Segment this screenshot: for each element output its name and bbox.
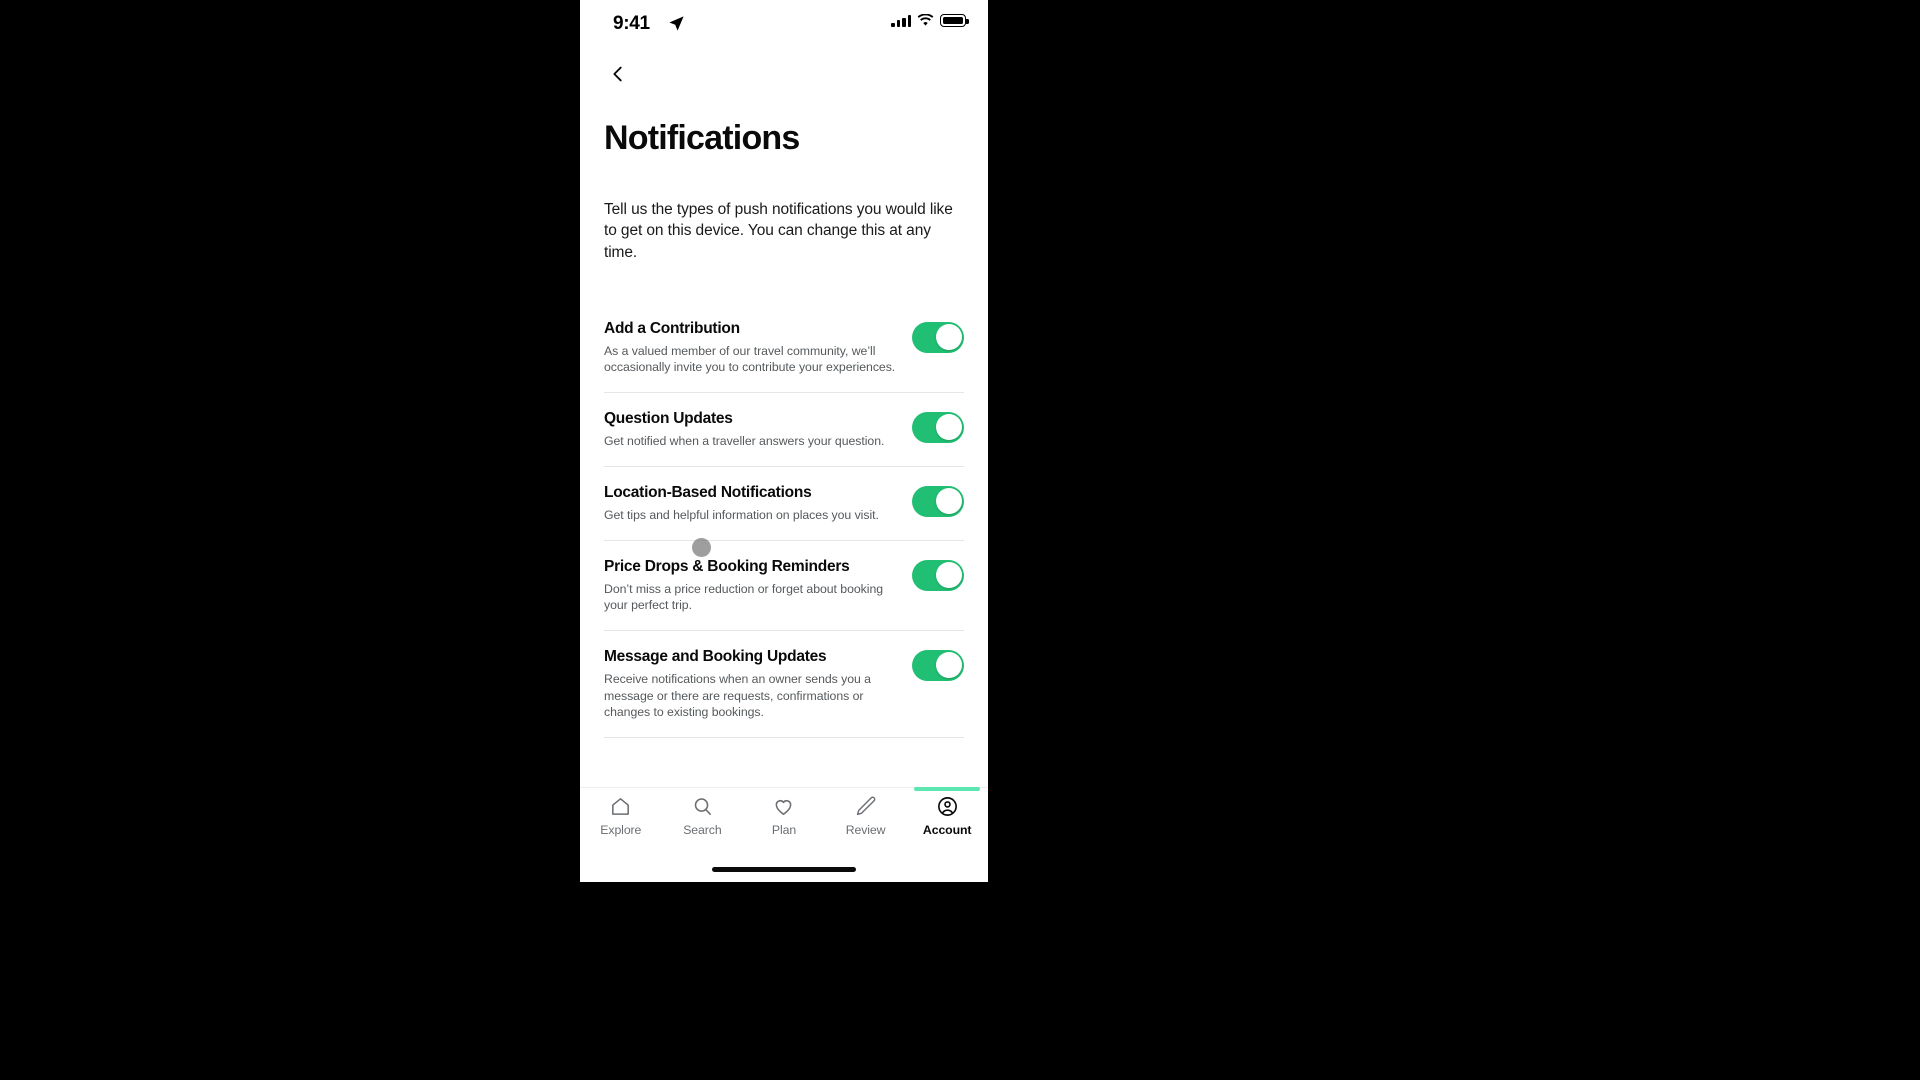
tab-explore[interactable]: Explore xyxy=(580,794,662,850)
setting-description: Get tips and helpful information on plac… xyxy=(604,508,879,523)
setting-description: As a valued member of our travel communi… xyxy=(604,344,896,375)
setting-row: Add a Contribution As a valued member of… xyxy=(604,303,964,393)
setting-toggle[interactable] xyxy=(912,411,964,443)
tab-label: Plan xyxy=(771,823,797,837)
setting-description: Receive notifications when an owner send… xyxy=(604,672,871,720)
setting-text: Message and Booking Updates Receive noti… xyxy=(604,647,898,721)
toggle-knob xyxy=(935,488,962,515)
setting-row: Location-Based Notifications Get tips an… xyxy=(604,467,964,541)
home-indicator xyxy=(712,867,856,872)
search-icon xyxy=(691,794,714,818)
toggle-knob xyxy=(935,414,962,441)
toggle-knob xyxy=(935,324,962,351)
setting-toggle[interactable] xyxy=(912,321,964,353)
notification-settings-list: Add a Contribution As a valued member of… xyxy=(580,303,988,738)
setting-text: Location-Based Notifications Get tips an… xyxy=(604,483,898,524)
heart-icon xyxy=(772,794,795,818)
setting-row: Question Updates Get notified when a tra… xyxy=(604,393,964,467)
setting-title: Message and Booking Updates xyxy=(604,647,827,665)
setting-row: Message and Booking Updates Receive noti… xyxy=(604,631,964,738)
status-bar: 9:41 xyxy=(580,0,988,50)
setting-text: Add a Contribution As a valued member of… xyxy=(604,319,898,376)
battery-full-icon xyxy=(940,14,969,27)
setting-description: Get notified when a traveller answers yo… xyxy=(604,434,885,449)
cellular-bars-icon xyxy=(891,14,911,27)
account-circle-icon xyxy=(936,794,959,818)
settings-scroll-area[interactable]: Notifications Tell us the types of push … xyxy=(580,98,988,787)
setting-toggle[interactable] xyxy=(912,485,964,517)
setting-title: Price Drops & Booking Reminders xyxy=(604,557,850,575)
tab-label: Account xyxy=(922,823,972,837)
screen-root: 9:41 Notifications Tell us the types of … xyxy=(0,0,1920,1080)
pencil-icon xyxy=(854,794,877,818)
setting-title: Question Updates xyxy=(604,409,733,427)
status-bar-indicators xyxy=(891,13,969,27)
phone-viewport: 9:41 Notifications Tell us the types of … xyxy=(580,0,988,882)
setting-toggle[interactable] xyxy=(912,559,964,591)
bottom-tab-bar: Explore Search Plan Review Account xyxy=(580,787,988,882)
setting-title: Location-Based Notifications xyxy=(604,483,812,501)
tab-search[interactable]: Search xyxy=(662,794,744,850)
setting-toggle[interactable] xyxy=(912,649,964,681)
active-tab-indicator xyxy=(914,787,980,791)
setting-row: Price Drops & Booking Reminders Don’t mi… xyxy=(604,541,964,631)
toggle-knob xyxy=(935,652,962,679)
status-bar-time: 9:41 xyxy=(613,13,650,34)
tab-list: Explore Search Plan Review Account xyxy=(580,787,988,850)
tab-label: Review xyxy=(845,823,886,837)
wifi-icon xyxy=(917,13,934,27)
toggle-knob xyxy=(935,562,962,589)
setting-title: Add a Contribution xyxy=(604,319,740,337)
tab-label: Search xyxy=(683,823,722,837)
location-arrow-icon xyxy=(668,15,685,32)
setting-text: Price Drops & Booking Reminders Don’t mi… xyxy=(604,557,898,614)
tab-label: Explore xyxy=(600,823,642,837)
nav-bar xyxy=(580,50,988,98)
setting-text: Question Updates Get notified when a tra… xyxy=(604,409,898,450)
setting-description: Don’t miss a price reduction or forget a… xyxy=(604,582,884,613)
back-button[interactable] xyxy=(598,54,638,94)
home-icon xyxy=(609,794,632,818)
tab-account[interactable]: Account xyxy=(906,787,988,850)
tab-review[interactable]: Review xyxy=(825,794,907,850)
tab-plan[interactable]: Plan xyxy=(743,794,825,850)
page-description: Tell us the types of push notifications … xyxy=(604,201,953,261)
page-title: Notifications xyxy=(604,119,800,157)
